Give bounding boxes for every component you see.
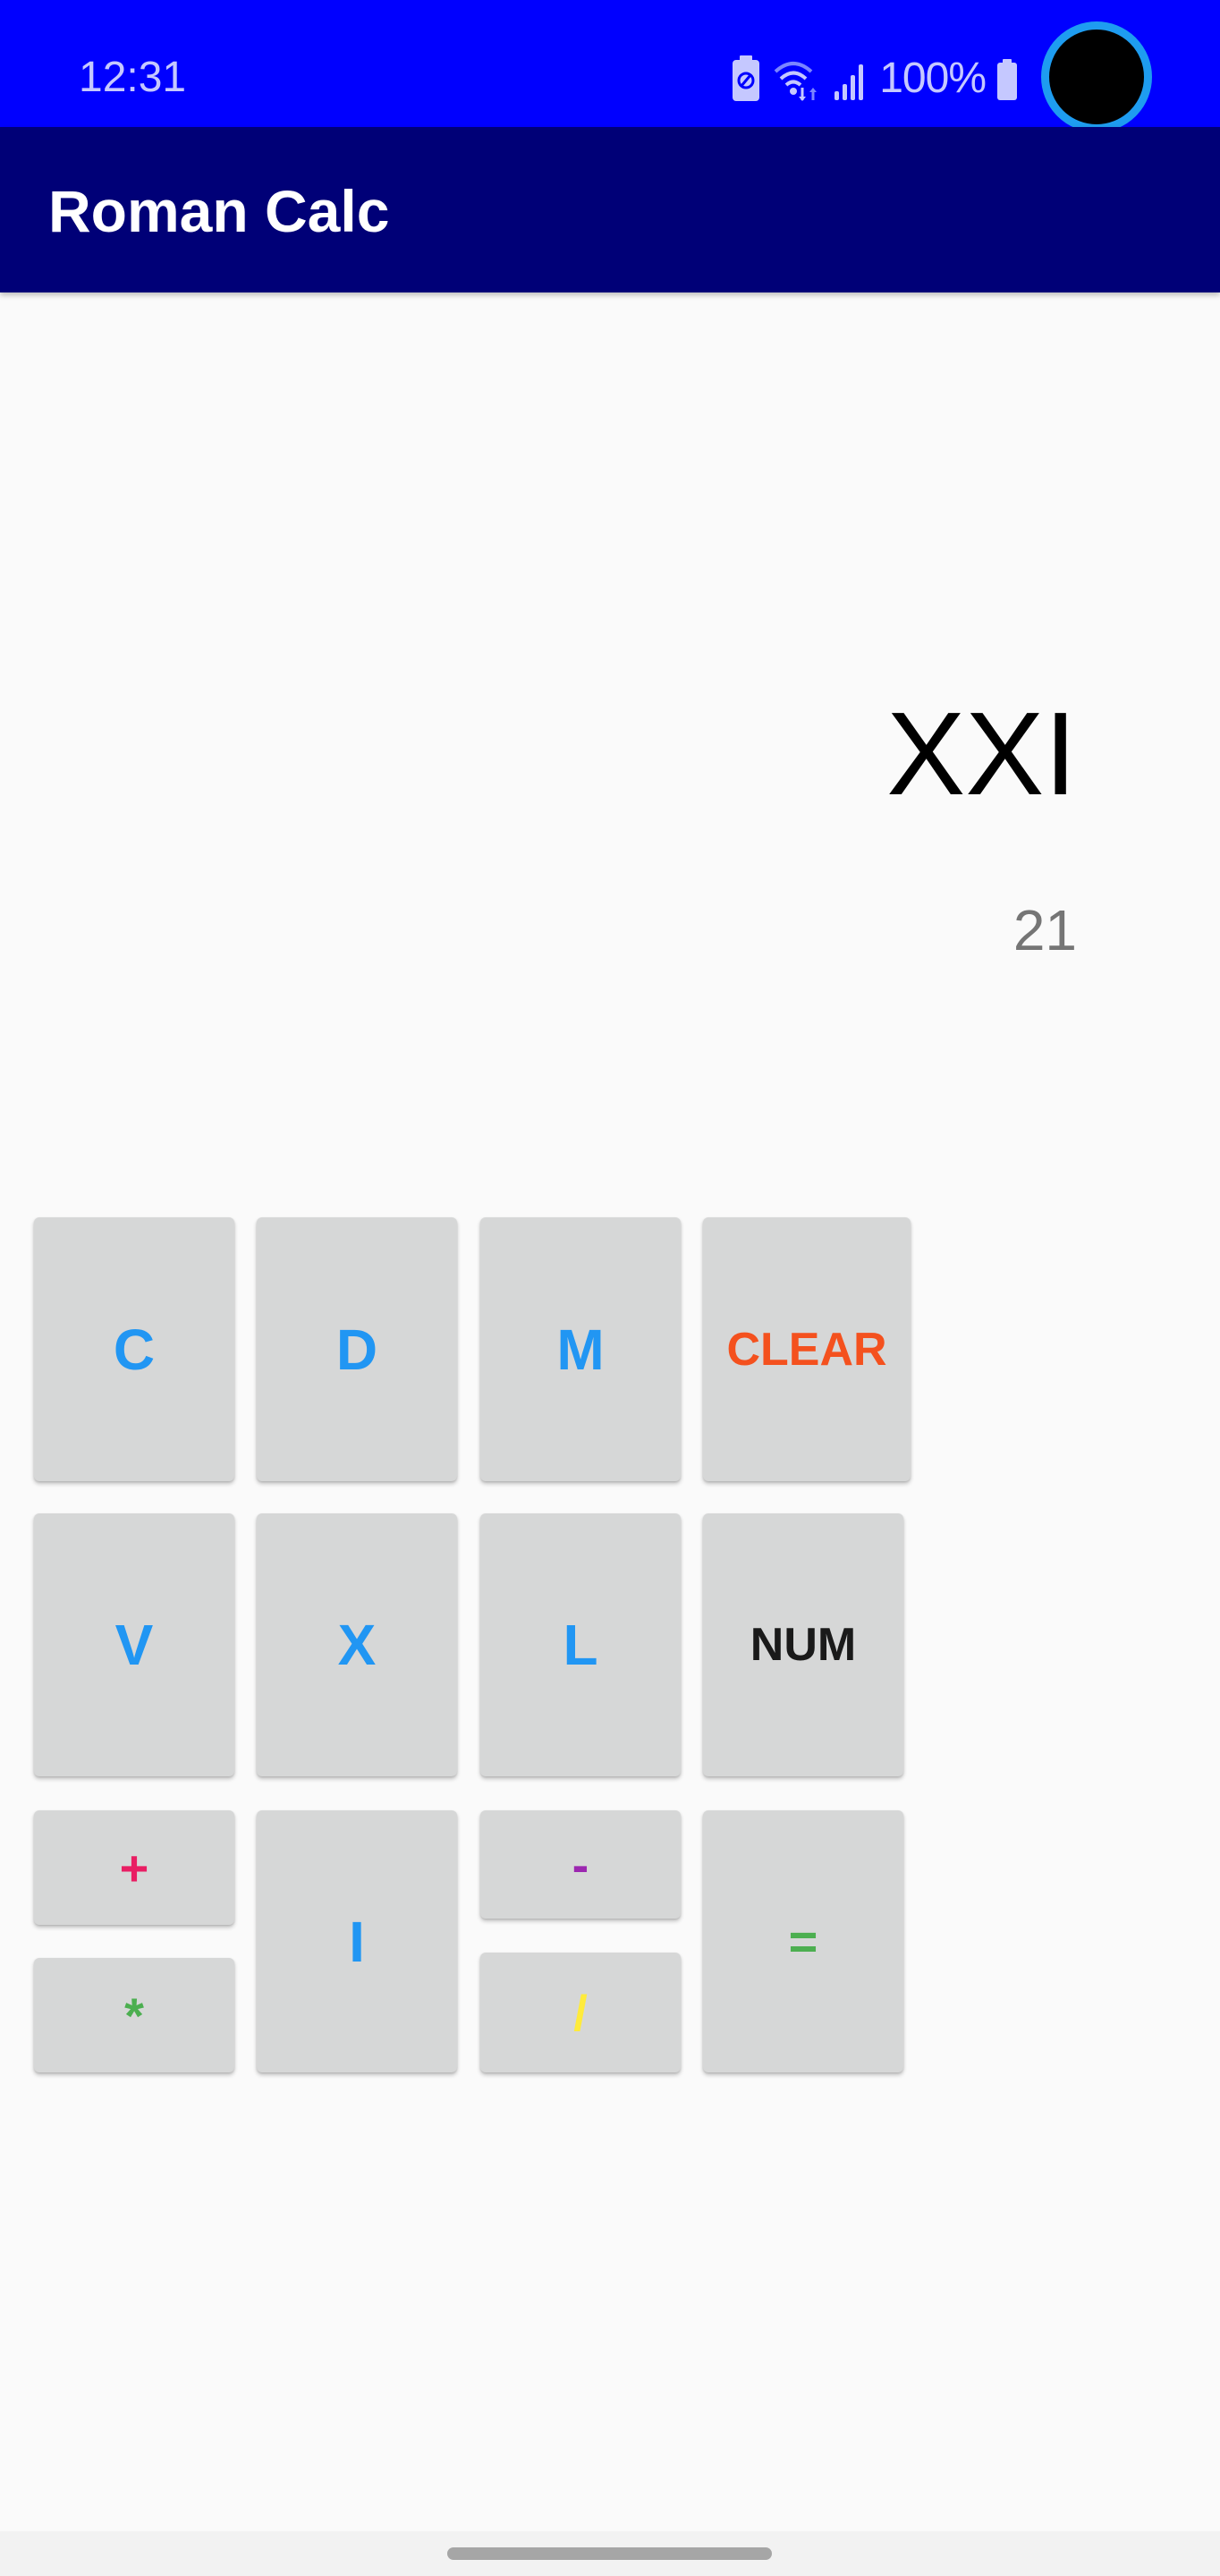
roman-result-display: XXI	[886, 688, 1077, 819]
status-time: 12:31	[79, 54, 187, 101]
num-button[interactable]: NUM	[703, 1513, 903, 1776]
button-x-label: X	[337, 1613, 377, 1677]
multiply-button-label: *	[124, 1987, 144, 2044]
button-c-label: C	[113, 1317, 156, 1382]
camera-cutout	[1041, 21, 1152, 132]
battery-saver-icon	[731, 54, 761, 104]
clear-button-label: CLEAR	[726, 1323, 887, 1376]
app-bar: Roman Calc	[0, 127, 1220, 292]
divide-button-label: /	[573, 1984, 588, 2041]
battery-percent: 100%	[879, 55, 987, 102]
button-i[interactable]: I	[257, 1810, 457, 2072]
equals-button[interactable]: =	[703, 1810, 903, 2072]
button-v[interactable]: V	[34, 1513, 234, 1776]
equals-button-label: =	[788, 1913, 818, 1970]
wifi-icon	[772, 54, 822, 104]
button-l[interactable]: L	[480, 1513, 681, 1776]
minus-button-label: -	[572, 1836, 589, 1893]
num-button-label: NUM	[750, 1619, 857, 1671]
plus-button[interactable]: +	[34, 1810, 234, 1925]
battery-icon	[996, 54, 1018, 104]
divide-button[interactable]: /	[480, 1953, 681, 2072]
home-gesture-handle[interactable]	[447, 2547, 772, 2560]
app-title: Roman Calc	[48, 178, 390, 244]
clear-button[interactable]: CLEAR	[703, 1217, 911, 1481]
button-l-label: L	[563, 1613, 598, 1677]
button-d-label: D	[335, 1317, 378, 1382]
button-v-label: V	[114, 1613, 154, 1677]
status-icons: 100%	[731, 54, 1018, 104]
button-c[interactable]: C	[34, 1217, 234, 1481]
multiply-button[interactable]: *	[34, 1958, 234, 2072]
button-m-label: M	[556, 1317, 605, 1382]
plus-button-label: +	[119, 1839, 149, 1896]
status-bar: 12:31 100%	[0, 0, 1220, 132]
signal-icon	[833, 54, 868, 104]
navigation-bar	[0, 2531, 1220, 2576]
button-i-label: I	[349, 1909, 365, 1974]
button-d[interactable]: D	[257, 1217, 457, 1481]
decimal-result-display: 21	[1012, 898, 1077, 962]
button-m[interactable]: M	[480, 1217, 681, 1481]
minus-button[interactable]: -	[480, 1810, 681, 1919]
button-x[interactable]: X	[257, 1513, 457, 1776]
